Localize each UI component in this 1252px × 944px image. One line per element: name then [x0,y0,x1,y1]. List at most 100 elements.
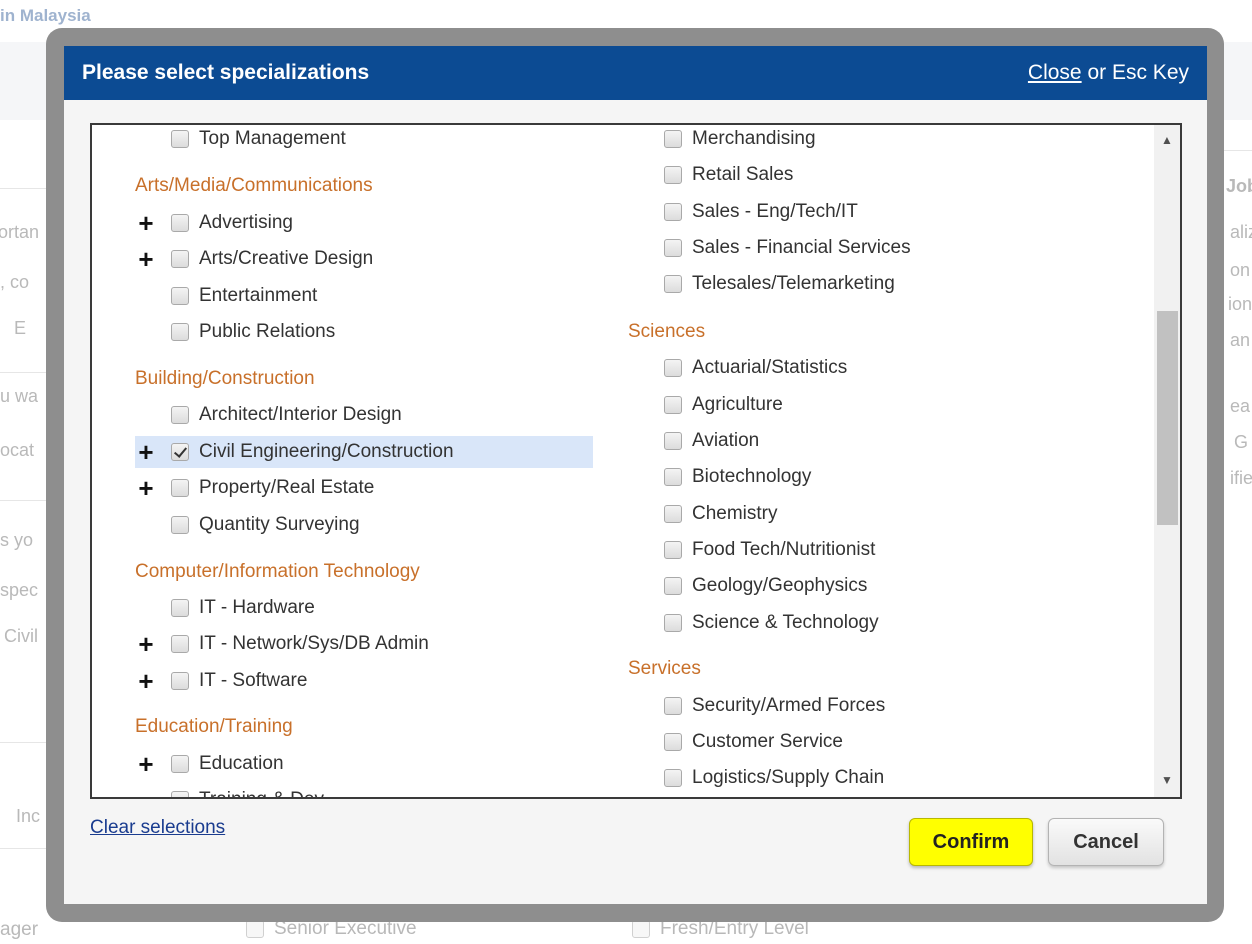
option-quantity-surveying[interactable]: Quantity Surveying [171,509,360,541]
close-link[interactable]: Close [1028,61,1082,84]
option-education[interactable]: Education [171,748,284,780]
checkbox[interactable] [171,791,189,797]
option-sales-financial[interactable]: Sales - Financial Services [664,232,911,264]
option-label: Top Management [199,128,346,149]
option-agriculture[interactable]: Agriculture [664,389,783,421]
category-services: Services [628,658,701,679]
checkbox[interactable] [664,239,682,257]
option-civil-engineering[interactable]: + Civil Engineering/Construction [135,436,593,468]
divider [0,500,46,501]
option-science-technology[interactable]: Science & Technology [664,607,879,639]
checkbox[interactable] [171,516,189,534]
cancel-button[interactable]: Cancel [1048,818,1164,866]
option-arts-creative-design[interactable]: Arts/Creative Design [171,243,373,275]
checkbox-checked[interactable] [171,443,189,461]
expand-plus-icon[interactable]: + [131,243,161,275]
dialog-title: Please select specializations [82,61,370,84]
checkbox[interactable] [171,287,189,305]
expand-plus-icon[interactable]: + [131,436,161,468]
specialization-list[interactable]: Top Management Arts/Media/Communications… [90,123,1182,799]
checkbox[interactable] [664,359,682,377]
option-aviation[interactable]: Aviation [664,425,759,457]
expand-plus-icon[interactable]: + [131,207,161,239]
checkbox[interactable] [171,635,189,653]
checkbox[interactable] [171,406,189,424]
option-label: Advertising [199,212,293,233]
category-arts-media: Arts/Media/Communications [135,175,373,196]
checkbox[interactable] [171,214,189,232]
checkbox[interactable] [171,672,189,690]
option-telesales[interactable]: Telesales/Telemarketing [664,268,895,300]
expand-plus-icon[interactable]: + [131,748,161,780]
option-logistics[interactable]: Logistics/Supply Chain [664,762,884,794]
option-biotechnology[interactable]: Biotechnology [664,461,811,493]
checkbox[interactable] [664,396,682,414]
checkbox[interactable] [664,541,682,559]
option-label: Quantity Surveying [199,514,360,535]
bg-fragment: , co [0,272,30,292]
option-it-network[interactable]: IT - Network/Sys/DB Admin [171,628,429,660]
option-geology[interactable]: Geology/Geophysics [664,570,867,602]
option-food-tech[interactable]: Food Tech/Nutritionist [664,534,875,566]
bg-fragment: Job [1226,176,1252,196]
checkbox[interactable] [171,323,189,341]
option-retail-sales[interactable]: Retail Sales [664,159,793,191]
clear-selections-link[interactable]: Clear selections [90,817,225,839]
option-label: Actuarial/Statistics [692,357,848,378]
option-chemistry[interactable]: Chemistry [664,498,778,530]
option-entertainment[interactable]: Entertainment [171,280,317,312]
checkbox[interactable] [664,432,682,450]
option-training-dev[interactable]: Training & Dev. [171,784,328,797]
option-public-relations[interactable]: Public Relations [171,316,335,348]
option-security-armed-forces[interactable]: Security/Armed Forces [664,690,885,722]
checkbox[interactable] [664,505,682,523]
option-label: Sales - Eng/Tech/IT [692,201,858,222]
option-top-management[interactable]: Top Management [171,125,346,155]
checkbox[interactable] [171,130,189,148]
scroll-up-arrow-icon[interactable]: ▲ [1154,127,1180,153]
checkbox[interactable] [664,468,682,486]
option-label: Sales - Financial Services [692,237,911,258]
checkbox[interactable] [171,479,189,497]
checkbox[interactable] [664,130,682,148]
option-it-hardware[interactable]: IT - Hardware [171,592,315,624]
option-label: Science & Technology [692,612,879,633]
scroll-down-arrow-icon[interactable]: ▼ [1154,767,1180,793]
checkbox-icon [632,920,650,938]
bg-fragment: on [1230,260,1251,280]
option-architect-interior-design[interactable]: Architect/Interior Design [171,399,402,431]
checkbox[interactable] [664,733,682,751]
scroll-thumb[interactable] [1157,311,1178,525]
close-hint: Close or Esc Key [1028,61,1189,85]
vertical-scrollbar[interactable]: ▲ ▼ [1154,125,1180,797]
page-heading-fragment: in Malaysia [0,6,91,25]
bg-fragment: aliz [1230,222,1252,242]
checkbox[interactable] [664,203,682,221]
option-label: Chemistry [692,503,778,524]
checkbox[interactable] [171,599,189,617]
option-customer-service[interactable]: Customer Service [664,726,843,758]
option-sales-eng-tech[interactable]: Sales - Eng/Tech/IT [664,196,858,228]
bg-fragment: Civil [4,626,38,646]
checkbox[interactable] [664,577,682,595]
bg-fragment: ortan [0,222,40,242]
confirm-button[interactable]: Confirm [909,818,1033,866]
option-actuarial[interactable]: Actuarial/Statistics [664,352,847,384]
option-it-software[interactable]: IT - Software [171,665,307,697]
option-merchandising[interactable]: Merchandising [664,125,816,155]
divider [0,372,46,373]
checkbox[interactable] [171,250,189,268]
checkbox[interactable] [664,166,682,184]
expand-plus-icon[interactable]: + [131,628,161,660]
checkbox[interactable] [664,697,682,715]
expand-plus-icon[interactable]: + [131,472,161,504]
checkbox[interactable] [664,769,682,787]
option-property-real-estate[interactable]: Property/Real Estate [171,472,374,504]
option-label: Public Relations [199,321,336,342]
checkbox[interactable] [171,755,189,773]
checkbox[interactable] [664,275,682,293]
checkbox[interactable] [664,614,682,632]
divider [1224,150,1252,151]
expand-plus-icon[interactable]: + [131,665,161,697]
option-advertising[interactable]: Advertising [171,207,293,239]
